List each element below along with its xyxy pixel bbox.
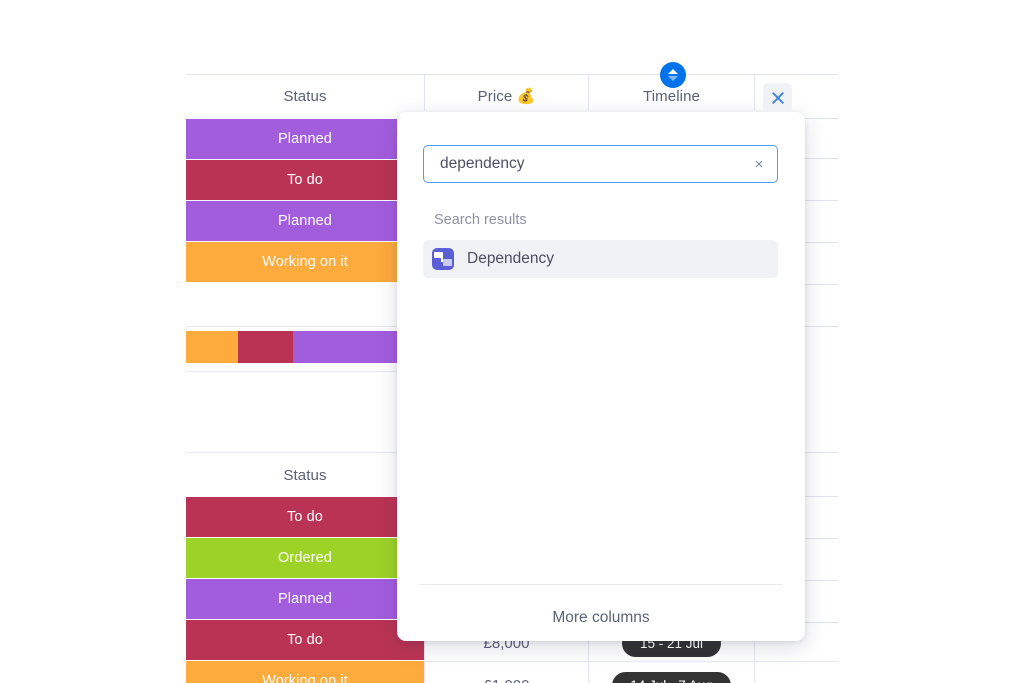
status-chip[interactable]: Working on it (186, 242, 424, 283)
status-chip[interactable]: To do (186, 497, 424, 538)
add-column-popup: × Search results Dependency More columns (397, 112, 805, 641)
screen: Status Price 💰 Timeline Planned To do Pl… (0, 0, 1024, 683)
row-separator (805, 538, 838, 539)
status-chip[interactable]: Ordered (186, 538, 424, 579)
group-two-top-rule (186, 452, 424, 453)
dependency-column-icon (432, 248, 454, 270)
grid-top-rule (186, 74, 838, 75)
row-separator (805, 496, 838, 497)
sort-collapse-icon[interactable] (660, 62, 686, 88)
timeline-pill: 14 Jul - 7 Aug (612, 672, 731, 683)
more-columns-button[interactable]: More columns (397, 609, 805, 627)
status-chip[interactable]: Planned (186, 119, 424, 160)
row-separator (805, 452, 838, 453)
column-header-price[interactable]: Price 💰 (425, 84, 588, 110)
status-chip[interactable]: To do (186, 160, 424, 201)
status-chip[interactable]: To do (186, 620, 424, 661)
column-header-status-group-two[interactable]: Status (186, 463, 424, 489)
column-separator-timeline-end (754, 75, 755, 111)
row-separator (805, 622, 838, 623)
summary-segment-todo (238, 331, 293, 363)
status-chip[interactable]: Working on it (186, 661, 424, 683)
triangle-up-icon (668, 69, 678, 74)
clear-search-icon[interactable]: × (747, 156, 777, 173)
search-field-wrapper[interactable]: × (423, 145, 778, 183)
row-separator (805, 158, 838, 159)
row-separator (805, 200, 838, 201)
summary-top-rule (186, 326, 424, 327)
row-separator (805, 74, 838, 75)
close-button[interactable] (763, 83, 792, 112)
status-summary-bar[interactable] (186, 331, 424, 363)
search-results-label: Search results (434, 212, 527, 228)
triangle-down-icon (668, 76, 678, 81)
row-separator (805, 118, 838, 119)
status-column-group-two: To do Ordered Planned To do Working on i… (186, 497, 424, 683)
timeline-cell[interactable]: 14 Jul - 7 Aug (589, 665, 754, 683)
row-separator (805, 284, 838, 285)
close-icon (770, 90, 786, 106)
popup-divider (419, 584, 783, 585)
summary-segment-working (186, 331, 238, 363)
search-input[interactable] (424, 155, 747, 173)
summary-bottom-rule (186, 371, 424, 372)
row-separator (805, 326, 838, 327)
price-cell[interactable]: £1,000 (425, 665, 588, 683)
row-separator (805, 242, 838, 243)
row-separator (805, 580, 838, 581)
search-result-item-dependency[interactable]: Dependency (423, 240, 778, 278)
search-result-label: Dependency (467, 250, 554, 268)
status-chip[interactable]: Planned (186, 201, 424, 242)
status-column-group-one: Planned To do Planned Working on it (186, 119, 424, 283)
status-chip[interactable]: Planned (186, 579, 424, 620)
column-header-status[interactable]: Status (186, 84, 424, 110)
row-rule (424, 661, 838, 662)
